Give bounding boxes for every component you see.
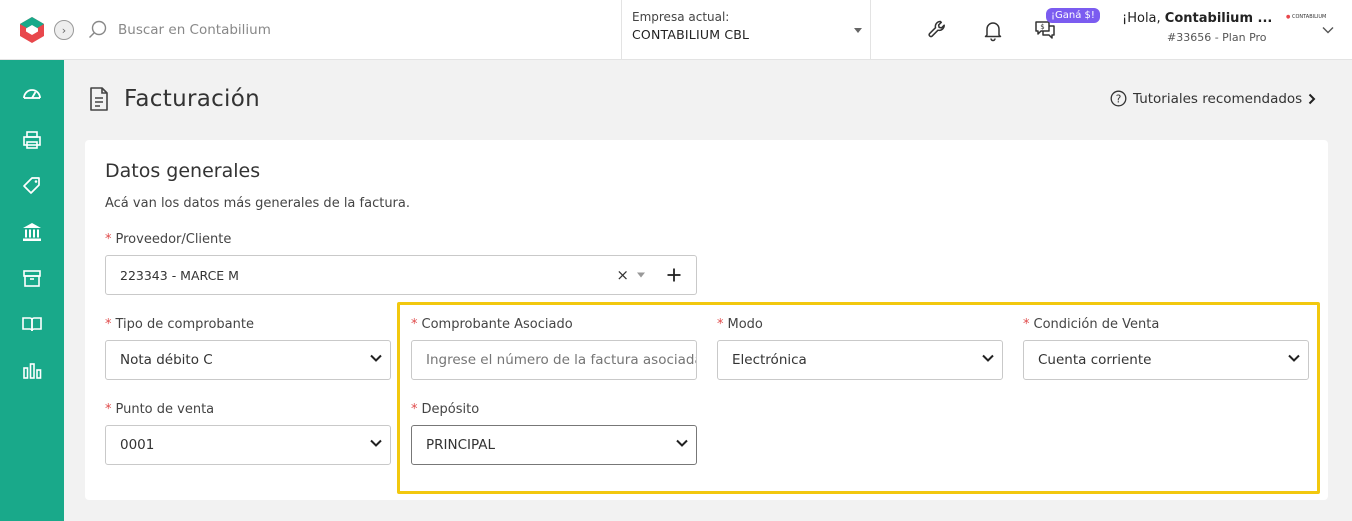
bell-icon[interactable] xyxy=(981,18,1005,42)
company-logo: ● CONTABILIUM xyxy=(1286,14,1327,20)
punto-value: 0001 xyxy=(120,437,155,453)
wrench-icon[interactable] xyxy=(926,18,950,42)
cliente-value: 223343 - MARCE M xyxy=(120,267,239,283)
add-client-button[interactable] xyxy=(651,255,697,295)
bank-icon[interactable] xyxy=(21,221,43,243)
condicion-label: * Condición de Venta xyxy=(1023,317,1160,332)
dashboard-icon[interactable] xyxy=(21,83,43,105)
modo-value: Electrónica xyxy=(732,352,807,368)
printer-icon[interactable] xyxy=(21,129,43,151)
user-menu[interactable]: ¡Hola, Contabilium ... #33656 - Plan Pro xyxy=(1122,11,1302,44)
chevron-down-icon xyxy=(1288,354,1300,362)
company-selector[interactable]: Empresa actual: CONTABILIUM CBL xyxy=(621,0,871,60)
tutorials-link[interactable]: ? Tutoriales recomendados xyxy=(1110,90,1316,107)
cliente-select[interactable]: 223343 - MARCE M × xyxy=(105,255,652,295)
help-icon: ? xyxy=(1110,90,1127,107)
tipo-value: Nota débito C xyxy=(120,352,213,368)
company-label: Empresa actual: xyxy=(632,10,730,24)
modo-label: * Modo xyxy=(717,317,763,332)
company-value: CONTABILIUM CBL xyxy=(632,27,750,42)
chevron-down-icon xyxy=(370,354,382,362)
chevron-down-icon xyxy=(982,354,994,362)
box-icon[interactable] xyxy=(21,267,43,289)
chevron-down-icon xyxy=(370,439,382,447)
asociado-label: * Comprobante Asociado xyxy=(411,317,573,332)
tipo-label: * Tipo de comprobante xyxy=(105,317,254,332)
sidebar-toggle-button[interactable]: › xyxy=(54,20,74,40)
svg-text:$: $ xyxy=(1040,23,1044,31)
tipo-select[interactable]: Nota débito C xyxy=(105,340,391,380)
card-description: Acá van los datos más generales de la fa… xyxy=(105,196,410,211)
search-input[interactable] xyxy=(118,22,418,38)
caret-down-icon xyxy=(637,272,645,278)
deposito-select[interactable]: PRINCIPAL xyxy=(411,425,697,465)
document-icon xyxy=(90,87,108,111)
asociado-input[interactable] xyxy=(411,340,697,380)
promo-badge[interactable]: ¡Ganá $! xyxy=(1046,8,1100,23)
top-bar: › Empresa actual: CONTABILIUM CBL $ ¡Gan… xyxy=(0,0,1352,60)
plus-icon xyxy=(667,268,680,282)
modo-select[interactable]: Electrónica xyxy=(717,340,1003,380)
search-bar xyxy=(88,20,418,40)
condicion-value: Cuenta corriente xyxy=(1038,352,1152,368)
tag-icon[interactable] xyxy=(21,175,43,197)
clear-icon[interactable]: × xyxy=(616,266,629,284)
punto-select[interactable]: 0001 xyxy=(105,425,391,465)
sidebar xyxy=(0,60,64,521)
user-greeting: ¡Hola, Contabilium ... xyxy=(1122,11,1273,26)
deposito-label: * Depósito xyxy=(411,402,480,417)
condicion-select[interactable]: Cuenta corriente xyxy=(1023,340,1309,380)
chevron-down-icon xyxy=(676,439,688,447)
general-data-card: Datos generales Acá van los datos más ge… xyxy=(85,140,1328,500)
user-plan: #33656 - Plan Pro xyxy=(1167,31,1267,44)
svg-text:?: ? xyxy=(1116,94,1122,106)
user-name: Contabilium ... xyxy=(1164,11,1273,26)
chevron-right-icon xyxy=(1309,93,1316,104)
cliente-label: * Proveedor/Cliente xyxy=(105,232,232,247)
tutorials-label: Tutoriales recomendados xyxy=(1133,90,1303,107)
deposito-value: PRINCIPAL xyxy=(426,437,496,453)
page-title: Facturación xyxy=(124,86,260,112)
chevron-down-icon[interactable] xyxy=(1322,26,1334,34)
contabilium-logo[interactable] xyxy=(18,16,46,44)
card-title: Datos generales xyxy=(105,160,261,182)
page-header: Facturación xyxy=(88,86,260,112)
search-icon xyxy=(89,20,107,38)
book-icon[interactable] xyxy=(21,313,43,335)
chart-icon[interactable] xyxy=(21,359,43,381)
caret-down-icon xyxy=(854,28,862,33)
punto-label: * Punto de venta xyxy=(105,402,215,417)
